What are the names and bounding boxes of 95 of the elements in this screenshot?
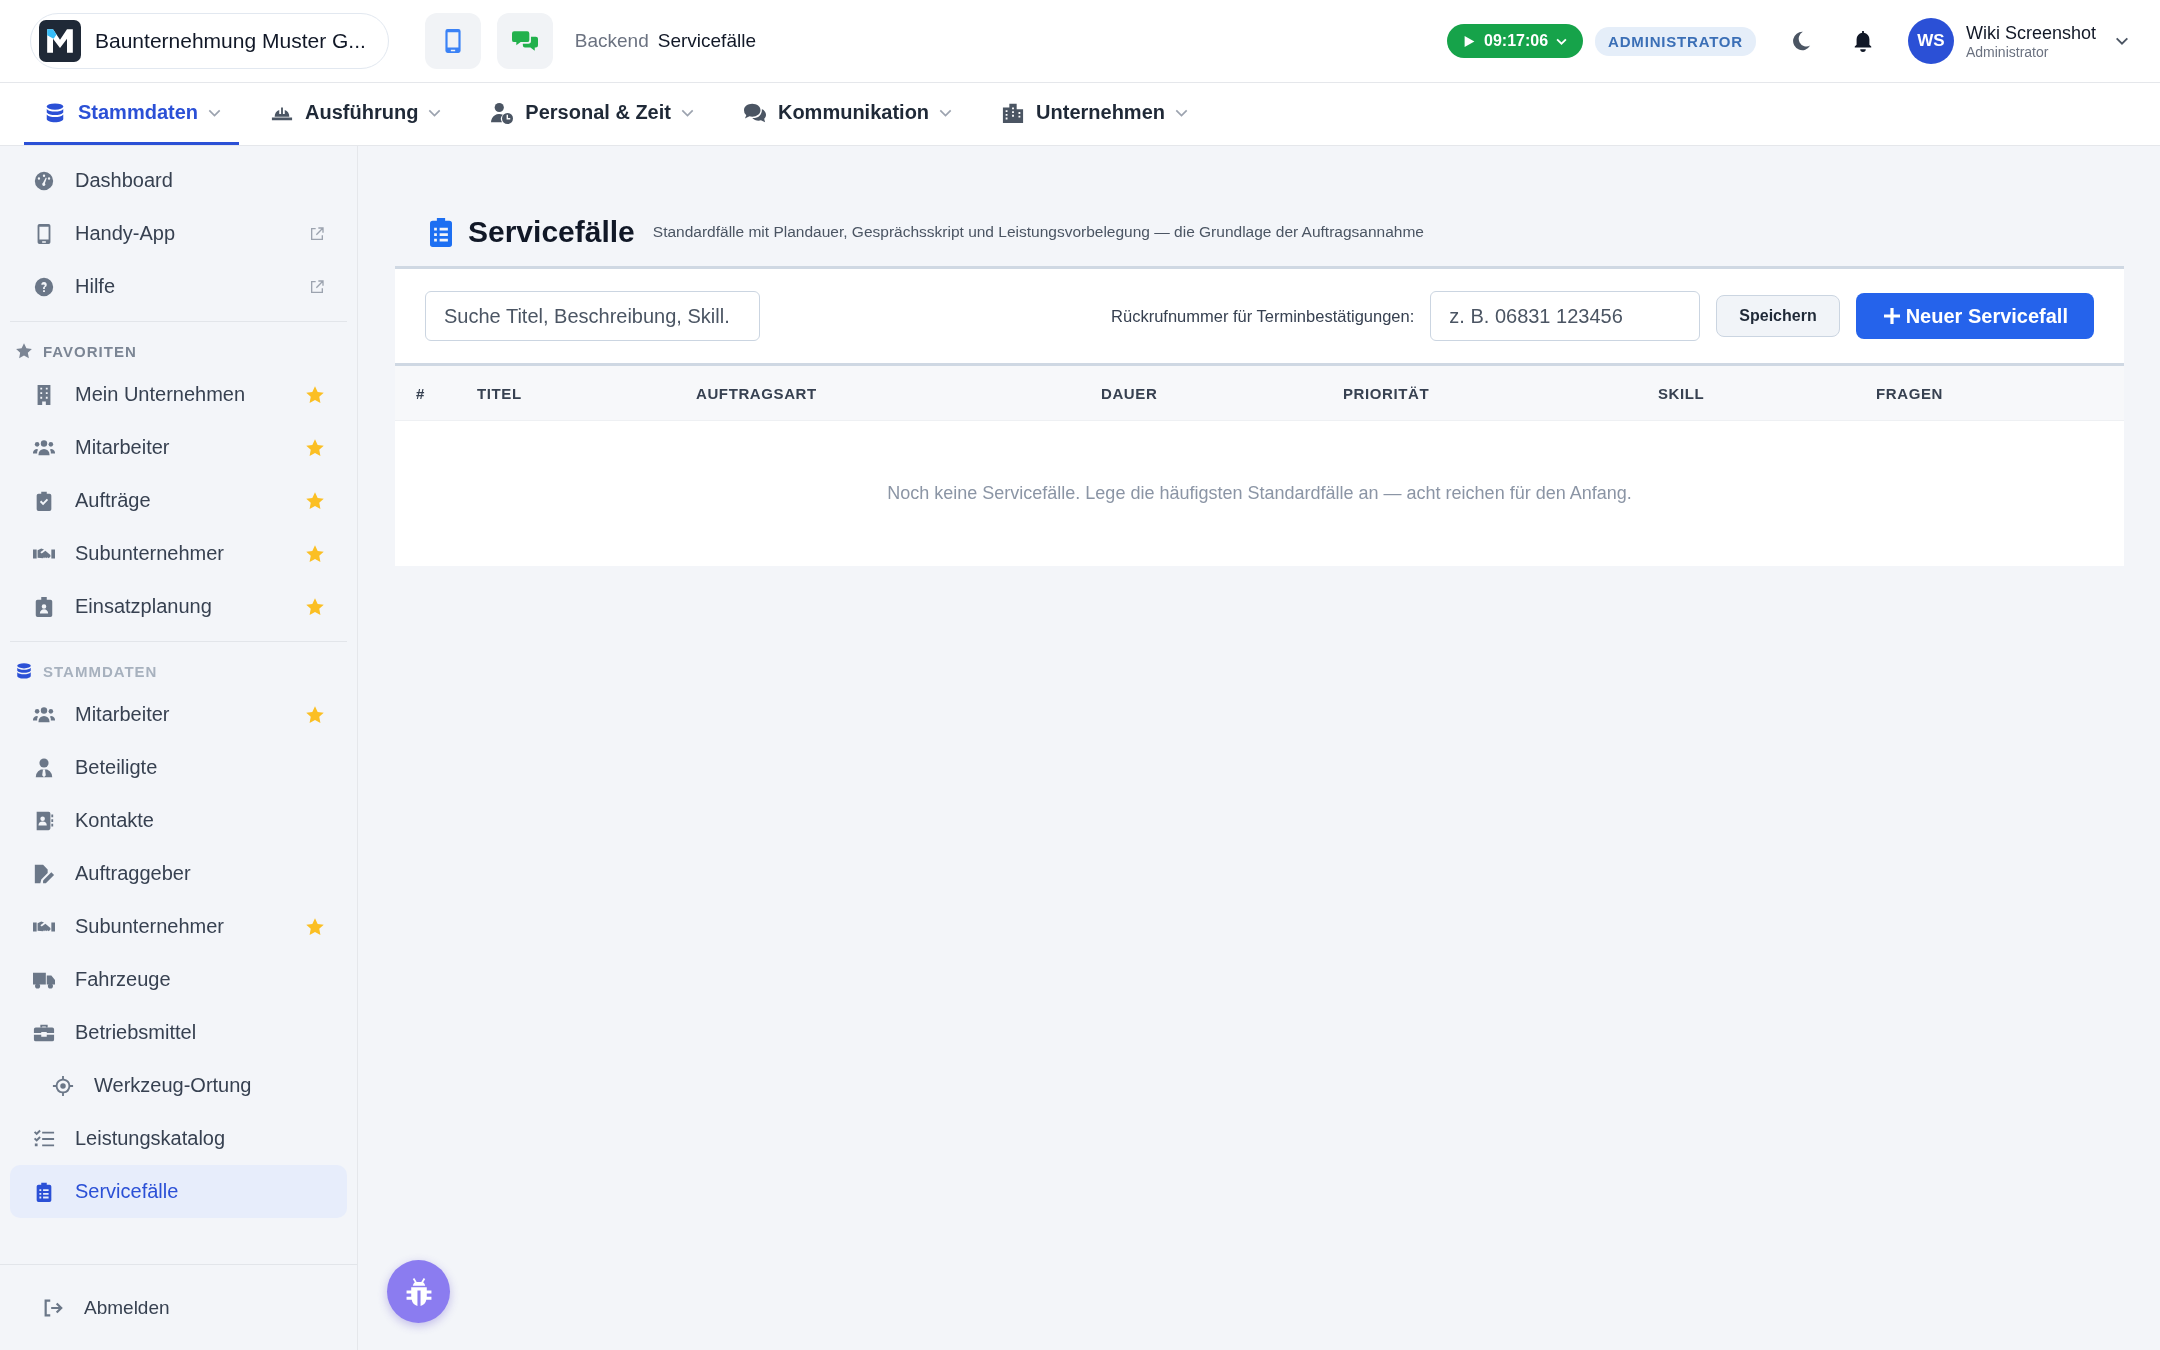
sidebar-item[interactable]: Aufträge bbox=[10, 474, 347, 527]
page-title: Servicefälle bbox=[468, 215, 635, 249]
mobile-app-button[interactable] bbox=[424, 13, 481, 69]
nav-tab[interactable]: Personal & Zeit bbox=[471, 83, 712, 145]
favorite-star-icon[interactable] bbox=[305, 384, 325, 405]
sidebar-item-label: Mitarbeiter bbox=[75, 703, 171, 726]
sidebar-item-label: Subunternehmer bbox=[75, 542, 225, 565]
sidebar-item-label: Dashboard bbox=[75, 169, 174, 192]
sidebar-item[interactable]: Handy-App bbox=[10, 207, 347, 260]
sidebar-item-label: Einsatzplanung bbox=[75, 595, 213, 618]
sidebar-item[interactable]: Kontakte bbox=[10, 794, 347, 847]
chat-button[interactable] bbox=[496, 13, 553, 69]
sidebar-item[interactable]: Mitarbeiter bbox=[10, 421, 347, 474]
sidebar-item-label: Leistungskatalog bbox=[75, 1127, 227, 1150]
sidebar-item-label: Betriebsmittel bbox=[75, 1021, 198, 1044]
document-pen-icon bbox=[33, 862, 55, 885]
new-service-case-button[interactable]: Neuer Servicefall bbox=[1855, 293, 2094, 339]
role-badge: ADMINISTRATOR bbox=[1595, 26, 1756, 56]
empty-message: Noch keine Servicefälle. Lege die häufigsten Standardfälle an — acht reichen für den Anfang. bbox=[887, 483, 1632, 504]
sidebar-item[interactable]: Fahrzeuge bbox=[10, 953, 347, 1006]
favorite-star-icon[interactable] bbox=[305, 596, 325, 617]
plus-icon bbox=[1883, 308, 1900, 324]
nav-tab[interactable]: Ausführung bbox=[251, 83, 460, 145]
favorite-star-icon[interactable] bbox=[305, 490, 325, 511]
sidebar-item-label: Servicefälle bbox=[75, 1180, 180, 1203]
nav-tab[interactable]: Unternehmen bbox=[982, 83, 1206, 145]
play-icon bbox=[1463, 34, 1477, 48]
help-icon bbox=[33, 275, 55, 298]
breadcrumb-page: Servicefälle bbox=[657, 30, 756, 52]
sidebar-item[interactable]: Auftraggeber bbox=[10, 847, 347, 900]
sidebar-item-label: Werkzeug-Ortung bbox=[94, 1074, 253, 1097]
user-role: Administrator bbox=[1965, 43, 2050, 60]
clipboard-list-icon bbox=[430, 217, 452, 247]
sidebar-item-label: Fahrzeuge bbox=[75, 968, 172, 991]
sidebar-item[interactable]: Beteiligte bbox=[10, 741, 347, 794]
chevron-down-icon bbox=[1556, 37, 1568, 45]
crosshair-icon bbox=[52, 1074, 74, 1097]
column-header[interactable]: SKILL bbox=[1658, 384, 1705, 402]
section-heading: STAMMDATEN bbox=[43, 662, 158, 680]
sidebar-item[interactable]: Servicefälle bbox=[10, 1165, 347, 1218]
column-header[interactable]: FRAGEN bbox=[1876, 384, 1943, 402]
favorite-star-icon[interactable] bbox=[305, 543, 325, 564]
callback-label: Rückrufnummer für Terminbestätigungen: bbox=[1111, 306, 1415, 326]
sidebar-item-label: Aufträge bbox=[75, 489, 152, 512]
person-icon bbox=[33, 756, 55, 779]
sidebar-item-label: Auftraggeber bbox=[75, 862, 192, 885]
save-button[interactable]: Speichern bbox=[1716, 295, 1840, 337]
bug-icon bbox=[404, 1277, 433, 1306]
favorite-star-icon[interactable] bbox=[305, 916, 325, 937]
sidebar-item[interactable]: Betriebsmittel bbox=[10, 1006, 347, 1059]
sidebar-item-label: Mitarbeiter bbox=[75, 436, 171, 459]
id-badge-icon bbox=[33, 595, 55, 618]
sidebar-item[interactable]: Mein Unternehmen bbox=[10, 368, 347, 421]
logo-icon bbox=[39, 20, 81, 62]
user-name: Wiki Screenshot bbox=[1965, 22, 2096, 44]
sidebar-item[interactable]: Werkzeug-Ortung bbox=[10, 1059, 347, 1112]
user-avatar[interactable]: WS bbox=[1907, 18, 1954, 64]
bug-report-button[interactable] bbox=[387, 1260, 450, 1323]
chat-icon bbox=[511, 28, 538, 54]
logout-label: Abmelden bbox=[84, 1296, 170, 1319]
callback-number-field[interactable]: z. B. 06831 123456 bbox=[1430, 291, 1701, 341]
caret-icon bbox=[428, 108, 442, 117]
sidebar-item-label: Handy-App bbox=[75, 222, 177, 245]
sidebar-item[interactable]: Hilfe bbox=[10, 260, 347, 313]
sidebar-item-label: Kontakte bbox=[75, 809, 155, 832]
caret-icon bbox=[208, 108, 222, 117]
search-field[interactable]: Suche Titel, Beschreibung, Skill. bbox=[425, 291, 760, 341]
column-header[interactable]: DAUER bbox=[1101, 384, 1158, 402]
comments-icon bbox=[741, 101, 768, 124]
sidebar-item-label: Hilfe bbox=[75, 275, 116, 298]
user-clock-icon bbox=[489, 101, 516, 124]
column-header[interactable]: # bbox=[416, 384, 425, 402]
nav-tab[interactable]: Kommunikation bbox=[723, 83, 971, 145]
sidebar-item[interactable]: Dashboard bbox=[10, 154, 347, 207]
page-subtitle: Standardfälle mit Plandauer, Gesprächsskript und Leistungsvorbelegung — die Grundlage der Auftragsannahme bbox=[652, 223, 1424, 241]
favorite-star-icon[interactable] bbox=[305, 437, 325, 458]
sidebar-item[interactable]: Leistungskatalog bbox=[10, 1112, 347, 1165]
logout-item[interactable]: Abmelden bbox=[20, 1281, 192, 1334]
column-header[interactable]: AUFTRAGSART bbox=[696, 384, 817, 402]
column-header[interactable]: PRIORITÄT bbox=[1343, 384, 1430, 402]
breadcrumb-section[interactable]: Backend bbox=[574, 30, 649, 52]
sidebar-item[interactable]: Einsatzplanung bbox=[10, 580, 347, 633]
sidebar-item-label: Subunternehmer bbox=[75, 915, 225, 938]
section-heading: FAVORITEN bbox=[43, 342, 137, 360]
sidebar-item[interactable]: Subunternehmer bbox=[10, 900, 347, 953]
sidebar-item-label: Beteiligte bbox=[75, 756, 159, 779]
sidebar-item[interactable]: Mitarbeiter bbox=[10, 688, 347, 741]
caret-icon bbox=[680, 108, 694, 117]
sidebar-item[interactable]: Subunternehmer bbox=[10, 527, 347, 580]
caret-icon bbox=[1175, 108, 1188, 117]
sidebar-item-label: Mein Unternehmen bbox=[75, 383, 247, 406]
gauge-icon bbox=[33, 169, 55, 192]
column-header[interactable]: TITEL bbox=[477, 384, 522, 402]
favorite-star-icon[interactable] bbox=[305, 704, 325, 725]
caret-icon bbox=[939, 108, 953, 117]
